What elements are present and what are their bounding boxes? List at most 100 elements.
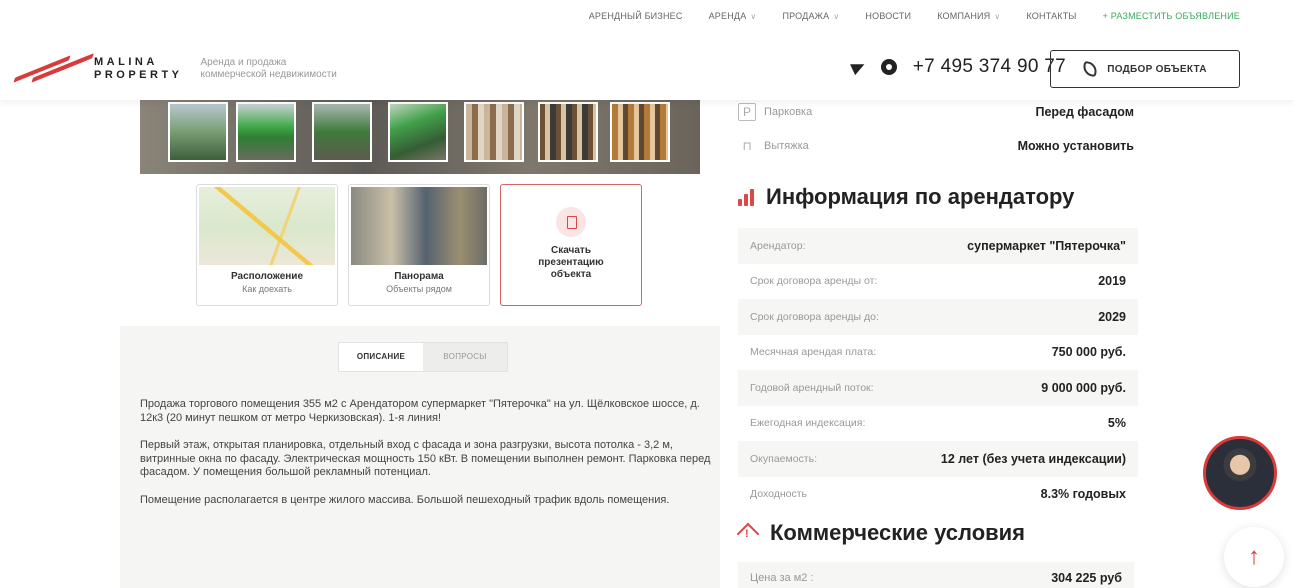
row-label: Срок договора аренды до: — [750, 310, 879, 323]
nav-label: АРЕНДА — [708, 11, 747, 21]
description-paragraph: Помещение располагается в центре жилого … — [140, 493, 670, 506]
map-preview-image — [199, 187, 335, 265]
commercial-section-title: Коммерческие условия — [770, 520, 1026, 545]
price-label: Цена за м2 : — [750, 571, 814, 584]
location-card[interactable]: Расположение Как доехать — [196, 184, 338, 306]
table-row: Годовой арендный поток: 9 000 000 руб. — [738, 370, 1138, 406]
parking-value: Перед фасадом — [1035, 104, 1134, 119]
logo-line-1: MALINA — [94, 56, 158, 68]
phone-icon — [1082, 60, 1099, 78]
property-selection-label: ПОДБОР ОБЪЕКТА — [1107, 63, 1207, 75]
tenant-section-heading: Информация по арендатору — [738, 184, 1074, 210]
hood-label: Вытяжка — [764, 139, 809, 152]
scroll-to-top-button[interactable]: ↑ — [1224, 527, 1284, 587]
add-listing-link[interactable]: + РАЗМЕСТИТЬ ОБЪЯВЛЕНИЕ — [1103, 11, 1240, 21]
table-row: Доходность 8.3% годовых — [738, 477, 1138, 513]
nav-item-sale[interactable]: ПРОДАЖА ∨ — [782, 11, 839, 21]
description-text: Продажа торгового помещения 355 м2 с Аре… — [140, 398, 720, 521]
nav-item-contacts[interactable]: КОНТАКТЫ — [1026, 11, 1076, 21]
table-row: Арендатор: супермаркет "Пятерочка" — [738, 228, 1138, 264]
nav-label: ПРОДАЖА — [782, 11, 830, 21]
panorama-preview-image — [351, 187, 487, 265]
logo-line-2: PROPERTY — [94, 69, 183, 81]
chevron-down-icon: ∨ — [994, 11, 1001, 21]
site-header: АРЕНДНЫЙ БИЗНЕС АРЕНДА ∨ ПРОДАЖА ∨ НОВОСТИ… — [0, 0, 1294, 100]
tenant-info-table: Арендатор: супермаркет "Пятерочка" Срок д… — [738, 228, 1138, 512]
nav-label: КОМПАНИЯ — [937, 11, 991, 21]
photo-gallery[interactable] — [140, 92, 700, 174]
description-paragraph: Первый этаж, открытая планировка, отдель… — [140, 439, 711, 478]
location-card-subtitle: Как доехать — [242, 284, 292, 294]
nav-item-rent[interactable]: АРЕНДА ∨ — [709, 11, 757, 21]
row-label: Ежегодная индексация: — [750, 417, 866, 430]
tab-description[interactable]: ОПИСАНИЕ — [339, 343, 423, 371]
table-row: Ежегодная индексация: 5% — [738, 406, 1138, 442]
site-logo[interactable]: MALINA PROPERTY Аренда и продажа коммерч… — [13, 52, 337, 86]
property-selection-button[interactable]: ПОДБОР ОБЪЕКТА — [1050, 50, 1240, 88]
row-value: 5% — [1107, 416, 1126, 431]
manager-avatar[interactable] — [1203, 436, 1277, 510]
row-value: 2029 — [1098, 309, 1126, 324]
bookmark-icon — [556, 207, 586, 237]
panorama-card-subtitle: Объекты рядом — [386, 284, 452, 294]
row-label: Окупаемость: — [750, 452, 817, 465]
nav-label: НОВОСТИ — [865, 11, 912, 21]
chevron-down-icon: ∨ — [833, 11, 840, 21]
bar-chart-icon — [738, 188, 754, 206]
nav-label: АРЕНДНЫЙ БИЗНЕС — [588, 11, 683, 21]
row-label: Срок договора аренды от: — [750, 275, 878, 288]
download-presentation-card[interactable]: Скачать презентацию объекта — [500, 184, 642, 306]
row-value: супермаркет "Пятерочка" — [967, 238, 1126, 253]
row-value: 2019 — [1098, 274, 1126, 289]
feature-row-hood: ⊓ Вытяжка Можно установить — [738, 130, 1134, 161]
chevron-down-icon: ∨ — [750, 11, 757, 21]
table-row: Месячная арендая плата: 750 000 руб. — [738, 335, 1138, 371]
gallery-thumb[interactable] — [388, 102, 448, 162]
panorama-card[interactable]: Панорама Объекты рядом — [348, 184, 490, 306]
description-tabs: ОПИСАНИЕ ВОПРОСЫ — [338, 342, 508, 372]
table-row: Окупаемость: 12 лет (без учета индексации… — [738, 441, 1138, 477]
panorama-card-title: Панорама — [394, 271, 444, 282]
table-row: Срок договора аренды до: 2029 — [738, 299, 1138, 335]
download-presentation-label: Скачать презентацию объекта — [538, 245, 604, 280]
row-value: 9 000 000 руб. — [1041, 380, 1126, 395]
phone-number[interactable]: +7 495 374 90 77 — [913, 56, 1066, 78]
logo-wordmark: MALINA PROPERTY — [94, 56, 183, 82]
nav-item-news[interactable]: НОВОСТИ — [865, 11, 911, 21]
top-navigation: АРЕНДНЫЙ БИЗНЕС АРЕНДА ∨ ПРОДАЖА ∨ НОВОСТИ… — [589, 11, 1240, 21]
table-row: Срок договора аренды от: 2019 — [738, 264, 1138, 300]
description-panel: ОПИСАНИЕ ВОПРОСЫ Продажа торгового помещ… — [120, 326, 720, 588]
nav-label: КОНТАКТЫ — [1026, 11, 1077, 21]
hood-value: Можно установить — [1017, 138, 1134, 153]
gallery-thumb[interactable] — [312, 102, 372, 162]
gallery-thumb[interactable] — [236, 102, 296, 162]
logo-tagline: Аренда и продажа коммерческой недвижимос… — [201, 57, 337, 81]
row-label: Арендатор: — [750, 239, 806, 252]
row-label: Месячная арендая плата: — [750, 346, 877, 359]
description-paragraph: Продажа торгового помещения 355 м2 с Аре… — [140, 398, 700, 424]
logo-mark-icon — [13, 52, 94, 86]
parking-icon: P — [738, 102, 756, 121]
gallery-thumb[interactable] — [168, 102, 228, 162]
header-contacts: +7 495 374 90 77 — [849, 56, 1066, 78]
nav-item-rental-business[interactable]: АРЕНДНЫЙ БИЗНЕС — [589, 11, 683, 21]
gallery-thumb[interactable] — [464, 102, 524, 162]
house-alert-icon — [738, 523, 758, 543]
whatsapp-icon[interactable] — [880, 59, 897, 75]
gallery-thumb[interactable] — [610, 102, 670, 162]
gallery-thumb[interactable] — [538, 102, 598, 162]
feature-row-parking: P Парковка Перед фасадом — [738, 96, 1134, 127]
row-label: Доходность — [750, 488, 807, 501]
location-card-title: Расположение — [230, 271, 304, 282]
price-per-m2-row: Цена за м2 : 304 225 руб — [738, 562, 1134, 588]
arrow-up-icon: ↑ — [1248, 543, 1260, 570]
commercial-section-heading: Коммерческие условия — [738, 520, 1025, 546]
row-value: 8.3% годовых — [1040, 487, 1126, 502]
price-value: 304 225 руб — [1051, 570, 1122, 585]
tab-questions[interactable]: ВОПРОСЫ — [423, 343, 507, 371]
tagline-line-2: коммерческой недвижимости — [200, 69, 337, 80]
telegram-icon[interactable] — [849, 58, 867, 76]
nav-item-company[interactable]: КОМПАНИЯ ∨ — [937, 11, 1000, 21]
parking-label: Парковка — [764, 105, 813, 118]
tagline-line-1: Аренда и продажа — [200, 57, 287, 68]
